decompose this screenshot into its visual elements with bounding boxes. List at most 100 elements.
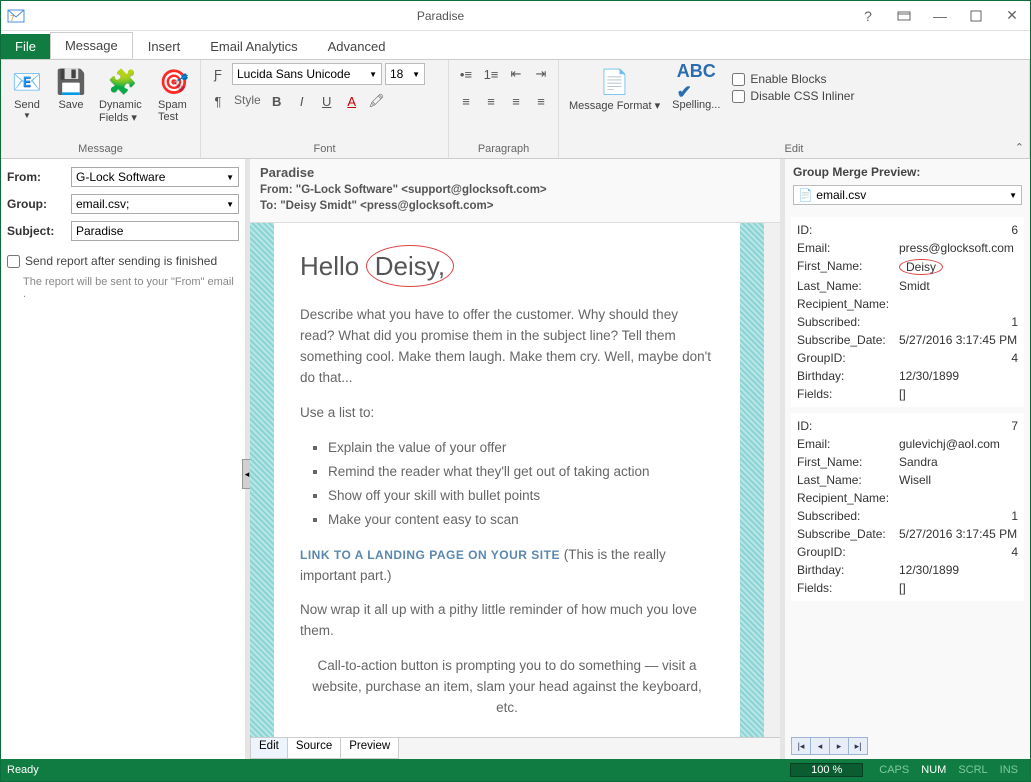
outdent-button[interactable]: ⇤ xyxy=(505,63,527,85)
indent-button[interactable]: ⇥ xyxy=(530,63,552,85)
list-item: Make your content easy to scan xyxy=(328,510,714,531)
nav-prev-button[interactable]: ◂ xyxy=(810,737,830,755)
email-body[interactable]: Hello Deisy, Describe what you have to o… xyxy=(274,223,740,737)
record-row: Birthday:12/30/1899 xyxy=(797,561,1018,579)
spam-test-button[interactable]: 🎯Spam Test xyxy=(154,63,194,125)
subject-label: Subject: xyxy=(7,224,65,238)
editor-tab-source[interactable]: Source xyxy=(287,738,341,759)
align-justify-button[interactable]: ≡ xyxy=(530,90,552,112)
nav-first-button[interactable]: |◂ xyxy=(791,737,811,755)
bullet-list: Explain the value of your offer Remind t… xyxy=(328,438,714,531)
paragraph-2: Now wrap it all up with a pithy little r… xyxy=(300,600,714,642)
record-row: First_Name:Sandra xyxy=(797,453,1018,471)
close-button[interactable]: ✕ xyxy=(994,2,1030,30)
ribbon-group-font: Font xyxy=(207,141,442,156)
font-picker-icon[interactable]: Ƒ xyxy=(207,63,229,85)
email-scrollbar[interactable] xyxy=(764,223,780,737)
status-num: NUM xyxy=(921,764,946,776)
font-size-combo[interactable]: 18▼ xyxy=(385,63,425,85)
splitter-right[interactable] xyxy=(780,159,785,759)
paragraph-1: Describe what you have to offer the cust… xyxy=(300,305,714,389)
nav-last-button[interactable]: ▸| xyxy=(848,737,868,755)
file-tab[interactable]: File xyxy=(1,34,50,59)
dynamic-fields-button[interactable]: 🧩Dynamic Fields ▾ xyxy=(95,63,150,126)
record-value: Sandra xyxy=(899,455,1018,469)
ribbon-tabs: File Message Insert Email Analytics Adva… xyxy=(1,31,1030,59)
record-value: [] xyxy=(899,387,1018,401)
highlight-button[interactable]: 🖍 xyxy=(366,90,388,112)
record-key: Birthday: xyxy=(797,369,899,383)
record-value: 1 xyxy=(899,509,1018,523)
spellcheck-icon: ABC✔ xyxy=(677,65,716,99)
tab-insert[interactable]: Insert xyxy=(133,33,196,59)
spelling-button[interactable]: ABC✔Spelling... xyxy=(668,63,724,113)
list-item: Show off your skill with bullet points xyxy=(328,486,714,507)
font-name-combo[interactable]: Lucida Sans Unicode▼ xyxy=(232,63,382,85)
editor-tab-preview[interactable]: Preview xyxy=(340,738,399,759)
record-key: First_Name: xyxy=(797,259,899,275)
landing-link[interactable]: LINK TO A LANDING PAGE ON YOUR SITE xyxy=(300,548,560,562)
collapse-ribbon-button[interactable]: ⌃ xyxy=(1015,141,1024,154)
editor-tab-edit[interactable]: Edit xyxy=(250,738,288,759)
send-button[interactable]: 📧Send▼ xyxy=(7,63,47,122)
save-icon: 💾 xyxy=(56,65,86,99)
ribbon: 📧Send▼ 💾Save 🧩Dynamic Fields ▾ 🎯Spam Tes… xyxy=(1,59,1030,159)
help-button[interactable]: ? xyxy=(850,2,886,30)
subject-input[interactable] xyxy=(71,221,239,241)
record-row: ID:6 xyxy=(797,221,1018,239)
record-value: 5/27/2016 3:17:45 PM xyxy=(899,333,1018,347)
record-value: [] xyxy=(899,581,1018,595)
statusbar: Ready 100 % CAPS NUM SCRL INS xyxy=(1,759,1030,781)
align-left-button[interactable]: ≡ xyxy=(455,90,477,112)
save-button[interactable]: 💾Save xyxy=(51,63,91,113)
numbering-button[interactable]: 1≡ xyxy=(480,63,502,85)
record-row: Last_Name:Wisell xyxy=(797,471,1018,489)
link-paragraph: LINK TO A LANDING PAGE ON YOUR SITE (Thi… xyxy=(300,545,714,587)
align-center-button[interactable]: ≡ xyxy=(480,90,502,112)
record-value: 12/30/1899 xyxy=(899,563,1018,577)
record-key: Birthday: xyxy=(797,563,899,577)
bullets-button[interactable]: •≡ xyxy=(455,63,477,85)
send-report-checkbox[interactable]: Send report after sending is finished xyxy=(7,254,239,268)
enable-blocks-checkbox[interactable]: Enable Blocks xyxy=(732,72,854,86)
bold-button[interactable]: B xyxy=(266,90,288,112)
record-value: 12/30/1899 xyxy=(899,369,1018,383)
greeting: Hello Deisy, xyxy=(300,245,714,287)
record-value: Wisell xyxy=(899,473,1018,487)
font-color-button[interactable]: A xyxy=(341,90,363,112)
record-key: Last_Name: xyxy=(797,279,899,293)
italic-button[interactable]: I xyxy=(291,90,313,112)
underline-button[interactable]: U xyxy=(316,90,338,112)
group-combo[interactable]: email.csv;▼ xyxy=(71,194,239,214)
ribbon-options-button[interactable] xyxy=(886,2,922,30)
merge-source-combo[interactable]: 📄 email.csv▼ xyxy=(793,185,1022,205)
message-format-button[interactable]: 📄Message Format ▾ xyxy=(565,63,664,114)
align-right-button[interactable]: ≡ xyxy=(505,90,527,112)
disable-css-inliner-checkbox[interactable]: Disable CSS Inliner xyxy=(732,89,854,103)
app-icon: 7 xyxy=(1,7,31,25)
tab-email-analytics[interactable]: Email Analytics xyxy=(195,33,312,59)
maximize-button[interactable] xyxy=(958,2,994,30)
svg-text:7: 7 xyxy=(10,14,15,23)
record-key: Subscribe_Date: xyxy=(797,527,899,541)
record-card[interactable]: ID:7Email:gulevichj@aol.comFirst_Name:Sa… xyxy=(791,413,1024,601)
editor-tabs: Edit Source Preview xyxy=(250,737,780,759)
from-line: From: "G-Lock Software" <support@glockso… xyxy=(260,184,770,196)
record-value: press@glocksoft.com xyxy=(899,241,1018,255)
nav-next-button[interactable]: ▸ xyxy=(829,737,849,755)
record-list[interactable]: ID:6Email:press@glocksoft.com First_Name:… xyxy=(785,211,1030,733)
record-card[interactable]: ID:6Email:press@glocksoft.com First_Name:… xyxy=(791,217,1024,407)
from-combo[interactable]: G-Lock Software▼ xyxy=(71,167,239,187)
list-item: Remind the reader what they'll get out o… xyxy=(328,462,714,483)
record-value xyxy=(899,297,1018,311)
fields-icon: 🧩 xyxy=(108,65,138,99)
tab-message[interactable]: Message xyxy=(50,32,133,59)
record-key: Subscribe_Date: xyxy=(797,333,899,347)
record-row: Email:press@glocksoft.com xyxy=(797,239,1018,257)
style-icon[interactable]: ¶ xyxy=(207,90,229,112)
minimize-button[interactable]: — xyxy=(922,2,958,30)
cta-paragraph: Call-to-action button is prompting you t… xyxy=(300,656,714,719)
zoom-indicator[interactable]: 100 % xyxy=(790,763,863,777)
titlebar: 7 Paradise ? — ✕ xyxy=(1,1,1030,31)
tab-advanced[interactable]: Advanced xyxy=(313,33,401,59)
